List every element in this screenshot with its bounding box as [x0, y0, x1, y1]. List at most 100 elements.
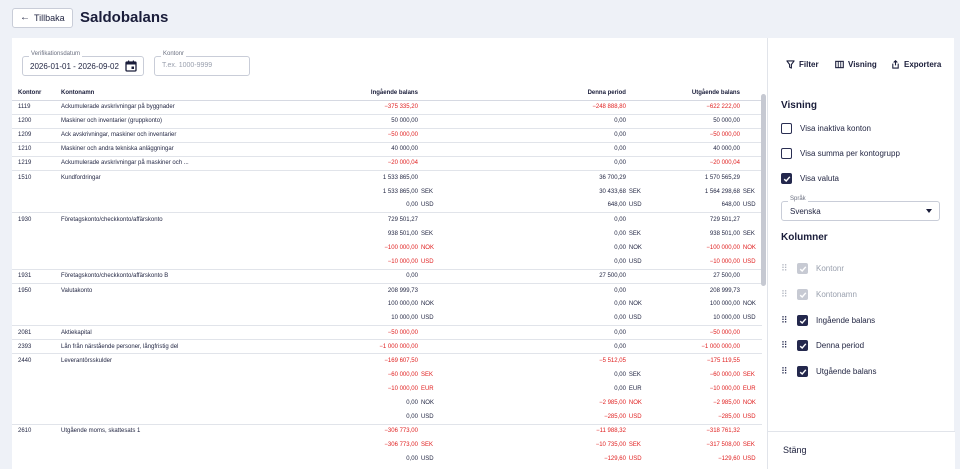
table-row[interactable]: 0,00 NOK −2 985,00 NOK −2 985,00 NOK [12, 396, 762, 410]
column-option-label: Kontonamn [816, 290, 857, 299]
account-name-cell [55, 185, 355, 199]
columns-section-title: Kolumner [781, 232, 828, 243]
view-option-label: Visa inaktiva konton [800, 124, 872, 133]
period-balance-cell: 0,00 [614, 301, 626, 308]
table-row[interactable]: 1210 Maskiner och andra tekniska anläggni… [12, 142, 762, 157]
column-option-2[interactable]: ⠿ Ingående balans [781, 315, 875, 326]
table-row[interactable]: 1510 Kundfordringar 1 533 865,00 36 700,29 1… [12, 170, 762, 184]
col-header-opening[interactable]: Ingående balans [354, 86, 418, 101]
checkbox[interactable] [797, 366, 808, 377]
period-balance-cell: −248 888,80 [439, 100, 626, 115]
opening-currency-cell [418, 213, 440, 227]
period-currency-cell [625, 325, 648, 341]
column-option-label: Utgående balans [816, 367, 877, 376]
date-range-value: 2026-01-01 - 2026-09-02 [30, 62, 119, 71]
col-header-closing[interactable]: Utgående balans [647, 86, 740, 101]
table-row[interactable]: 1930 Företagskonto/checkkonto/affärskonto… [12, 213, 762, 227]
account-number-cell: 1510 [18, 174, 32, 181]
closing-currency-cell: USD [739, 255, 762, 270]
drag-handle-icon[interactable]: ⠿ [781, 366, 789, 377]
table-row[interactable]: −10 000,00 USD 0,00 USD −10 000,00 USD [12, 255, 762, 270]
table-row[interactable]: 1200 Maskiner och inventarier (gruppkonto… [12, 114, 762, 129]
closing-balance-cell: −2 985,00 [713, 400, 740, 407]
table-row[interactable]: 1950 Valutakonto 208 999,73 0,00 208 999,73 [12, 283, 762, 297]
closing-currency-cell: SEK [742, 230, 755, 237]
table-row[interactable]: −60 000,00 SEK 0,00 SEK −60 000,00 SEK [12, 368, 762, 382]
closing-currency-cell: NOK [742, 400, 756, 407]
account-name-cell [55, 241, 355, 255]
account-filter-field[interactable]: Kontonr T.ex. 1000-9999 [154, 51, 250, 76]
checkbox[interactable] [797, 315, 808, 326]
checkbox[interactable] [797, 340, 808, 351]
opening-currency-cell: USD [417, 311, 440, 327]
period-currency-cell: USD [628, 456, 642, 463]
opening-currency-cell: SEK [420, 442, 433, 449]
closing-currency-cell: USD [739, 311, 762, 327]
col-header-name[interactable]: Kontonamn [54, 86, 355, 101]
view-option-2[interactable]: Visa valuta [781, 173, 839, 184]
page-title: Saldobalans [80, 9, 169, 26]
table-row[interactable]: 10 000,00 USD 0,00 USD 10 000,00 USD [12, 311, 762, 327]
table-row[interactable]: −100 000,00 NOK 0,00 NOK −100 000,00 NOK [12, 241, 762, 255]
opening-balance-cell: 0,00 [406, 456, 418, 463]
closing-balance-cell: 40 000,00 [647, 142, 740, 157]
opening-balance-cell: 1 533 865,00 [382, 174, 418, 181]
table-row[interactable]: 2610 Utgående moms, skattesats 1 −306 773,… [12, 424, 762, 438]
table-row[interactable]: 0,00 USD −285,00 USD −285,00 USD [12, 410, 762, 425]
table-row[interactable]: 1 533 865,00 SEK 30 433,68 SEK 1 564 298,68 S… [12, 185, 762, 199]
opening-currency-cell: USD [420, 456, 434, 463]
table-row[interactable]: 938 501,00 SEK 0,00 SEK 938 501,00 SEK [12, 227, 762, 241]
language-select[interactable]: Språk Svenska [781, 196, 940, 221]
period-balance-cell: −10 735,00 [595, 442, 626, 449]
table-row[interactable]: −306 773,00 SEK −10 735,00 SEK −317 508,00 SE… [12, 438, 762, 452]
account-name-cell [55, 368, 355, 382]
calendar-icon[interactable] [125, 60, 137, 72]
checkbox[interactable] [781, 123, 792, 134]
table-row[interactable]: 0,00 USD 648,00 USD 648,00 USD [12, 198, 762, 214]
opening-currency-cell [418, 424, 440, 438]
drag-handle-icon[interactable]: ⠿ [781, 315, 789, 326]
closing-balance-cell: 1 570 565,29 [704, 174, 740, 181]
account-number-cell: 1930 [18, 217, 32, 224]
view-option-1[interactable]: Visa summa per kontogrupp [781, 148, 900, 159]
close-button[interactable]: Stäng [768, 431, 955, 469]
scrollbar-thumb[interactable] [761, 94, 766, 286]
opening-balance-cell: 50 000,00 [354, 114, 418, 129]
closing-balance-cell: −1 000 000,00 [647, 339, 740, 355]
col-header-account[interactable]: Kontonr [12, 86, 55, 101]
period-balance-cell: 0,00 [439, 255, 626, 270]
table-row[interactable]: 2440 Leverantörsskulder −169 607,50 −5 512,… [12, 354, 762, 368]
period-currency-cell: NOK [628, 244, 642, 251]
table-row[interactable]: 2393 Lån från närstående personer, långfr… [12, 339, 762, 355]
table-scrollbar[interactable] [761, 94, 766, 469]
table-row[interactable]: 1219 Ackumulerade avskrivningar på maskin… [12, 156, 762, 171]
view-option-0[interactable]: Visa inaktiva konton [781, 123, 871, 134]
table-row[interactable]: 0,00 USD −129,60 USD −129,60 USD [12, 452, 762, 466]
opening-currency-cell [417, 339, 440, 355]
table-row[interactable]: 1931 Företagskonto/checkkonto/affärskonto… [12, 269, 762, 284]
table-header-row: Kontonr Kontonamn Ingående balans Denna … [12, 86, 762, 101]
table-row[interactable]: 1119 Ackumulerade avskrivningar på byggna… [12, 100, 762, 115]
date-range-field[interactable]: Verifikationsdatum 2026-01-01 - 2026-09-… [22, 51, 144, 76]
period-balance-cell: 0,00 [614, 385, 626, 392]
column-option-3[interactable]: ⠿ Denna period [781, 340, 864, 351]
checkbox[interactable] [781, 173, 792, 184]
back-button[interactable]: ← Tillbaka [12, 8, 73, 28]
table-row[interactable]: −10 000,00 EUR 0,00 EUR −10 000,00 EUR [12, 382, 762, 396]
opening-currency-cell [417, 269, 440, 284]
table-row[interactable]: 100 000,00 NOK 0,00 NOK 100 000,00 NOK [12, 297, 762, 311]
account-number-cell [12, 396, 55, 410]
closing-balance-cell: 1 564 298,68 [704, 188, 740, 195]
period-currency-cell: SEK [628, 230, 641, 237]
table-row[interactable]: 1209 Ack avskrivningar, maskiner och inve… [12, 128, 762, 143]
column-option-label: Kontonr [816, 264, 845, 273]
column-option-4[interactable]: ⠿ Utgående balans [781, 366, 877, 377]
opening-currency-cell [417, 128, 440, 143]
col-header-period[interactable]: Denna period [439, 86, 626, 101]
drag-handle-icon[interactable]: ⠿ [781, 340, 789, 351]
closing-currency-cell [740, 354, 762, 368]
account-number-cell [12, 255, 55, 270]
table-row[interactable]: 2081 Aktiekapital −50 000,00 0,00 −50 000,00 [12, 325, 762, 341]
checkbox[interactable] [781, 148, 792, 159]
closing-balance-cell: −60 000,00 [709, 371, 740, 378]
